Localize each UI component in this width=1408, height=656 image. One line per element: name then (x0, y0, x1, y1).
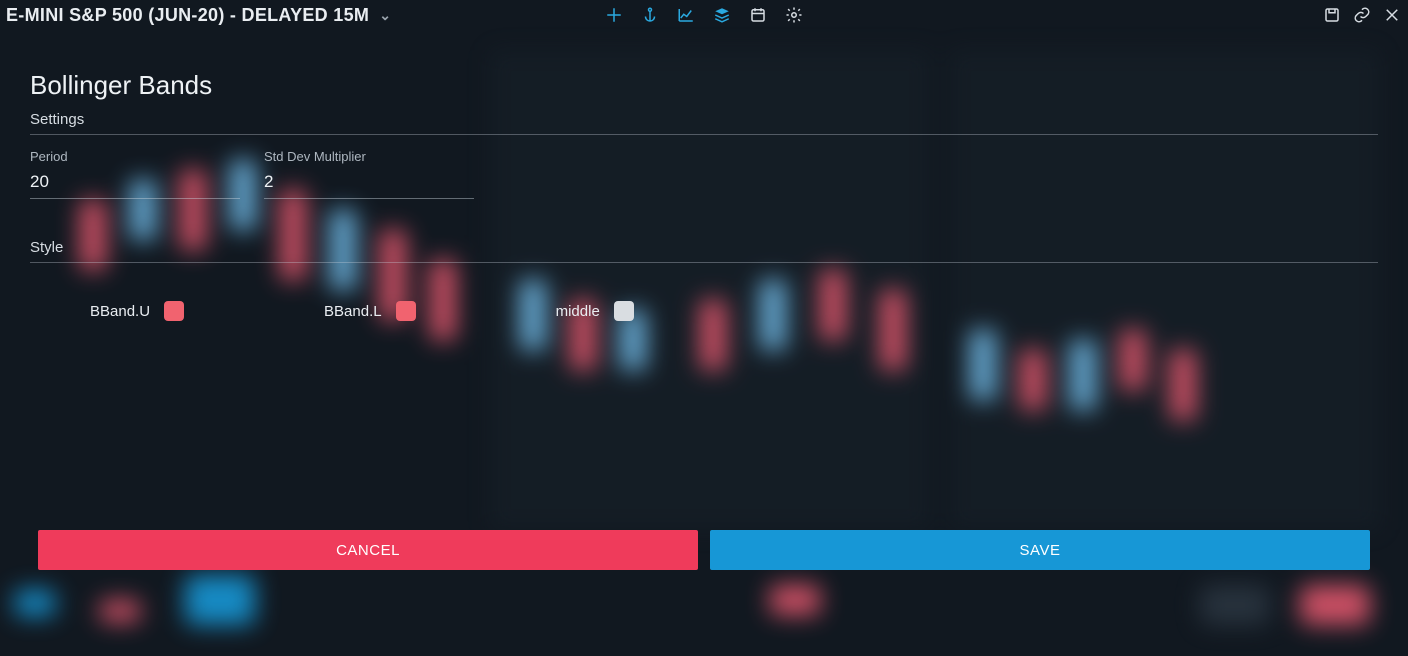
line-chart-icon[interactable] (676, 5, 696, 25)
style-lower: BBand.L (324, 301, 416, 321)
cancel-button[interactable]: CANCEL (38, 530, 698, 570)
style-section-label: Style (30, 239, 1378, 263)
gear-icon[interactable] (784, 5, 804, 25)
instrument-title-text: E-MINI S&P 500 (JUN-20) - DELAYED 15M (6, 5, 369, 26)
style-options: BBand.U BBand.L middle (30, 277, 1378, 321)
style-middle-label: middle (556, 303, 600, 320)
style-middle-swatch[interactable] (614, 301, 634, 321)
link-icon[interactable] (1352, 5, 1372, 25)
modal-actions: CANCEL SAVE (38, 530, 1370, 570)
app-header: E-MINI S&P 500 (JUN-20) - DELAYED 15M ⌄ (0, 0, 1408, 30)
layers-icon[interactable] (712, 5, 732, 25)
settings-fields: Period Std Dev Multiplier (30, 149, 1378, 199)
modal-title: Bollinger Bands (30, 70, 1378, 101)
chart-toolbar-right (1322, 5, 1402, 25)
period-input[interactable] (30, 170, 240, 199)
style-middle: middle (556, 301, 634, 321)
save-layout-icon[interactable] (1322, 5, 1342, 25)
period-field: Period (30, 149, 240, 199)
anchor-icon[interactable] (640, 5, 660, 25)
settings-section-label: Settings (30, 111, 1378, 135)
chart-toolbar-center (604, 5, 804, 25)
style-lower-swatch[interactable] (396, 301, 416, 321)
style-upper-swatch[interactable] (164, 301, 184, 321)
calendar-icon[interactable] (748, 5, 768, 25)
stddev-label: Std Dev Multiplier (264, 149, 474, 164)
close-icon[interactable] (1382, 5, 1402, 25)
chevron-down-icon: ⌄ (379, 7, 391, 24)
stddev-input[interactable] (264, 170, 474, 199)
style-lower-label: BBand.L (324, 303, 382, 320)
style-upper: BBand.U (90, 301, 184, 321)
style-upper-label: BBand.U (90, 303, 150, 320)
crosshair-icon[interactable] (604, 5, 624, 25)
save-button[interactable]: SAVE (710, 530, 1370, 570)
indicator-settings-modal: Bollinger Bands Settings Period Std Dev … (0, 30, 1408, 321)
stddev-field: Std Dev Multiplier (264, 149, 474, 199)
period-label: Period (30, 149, 240, 164)
instrument-title[interactable]: E-MINI S&P 500 (JUN-20) - DELAYED 15M ⌄ (6, 5, 391, 26)
